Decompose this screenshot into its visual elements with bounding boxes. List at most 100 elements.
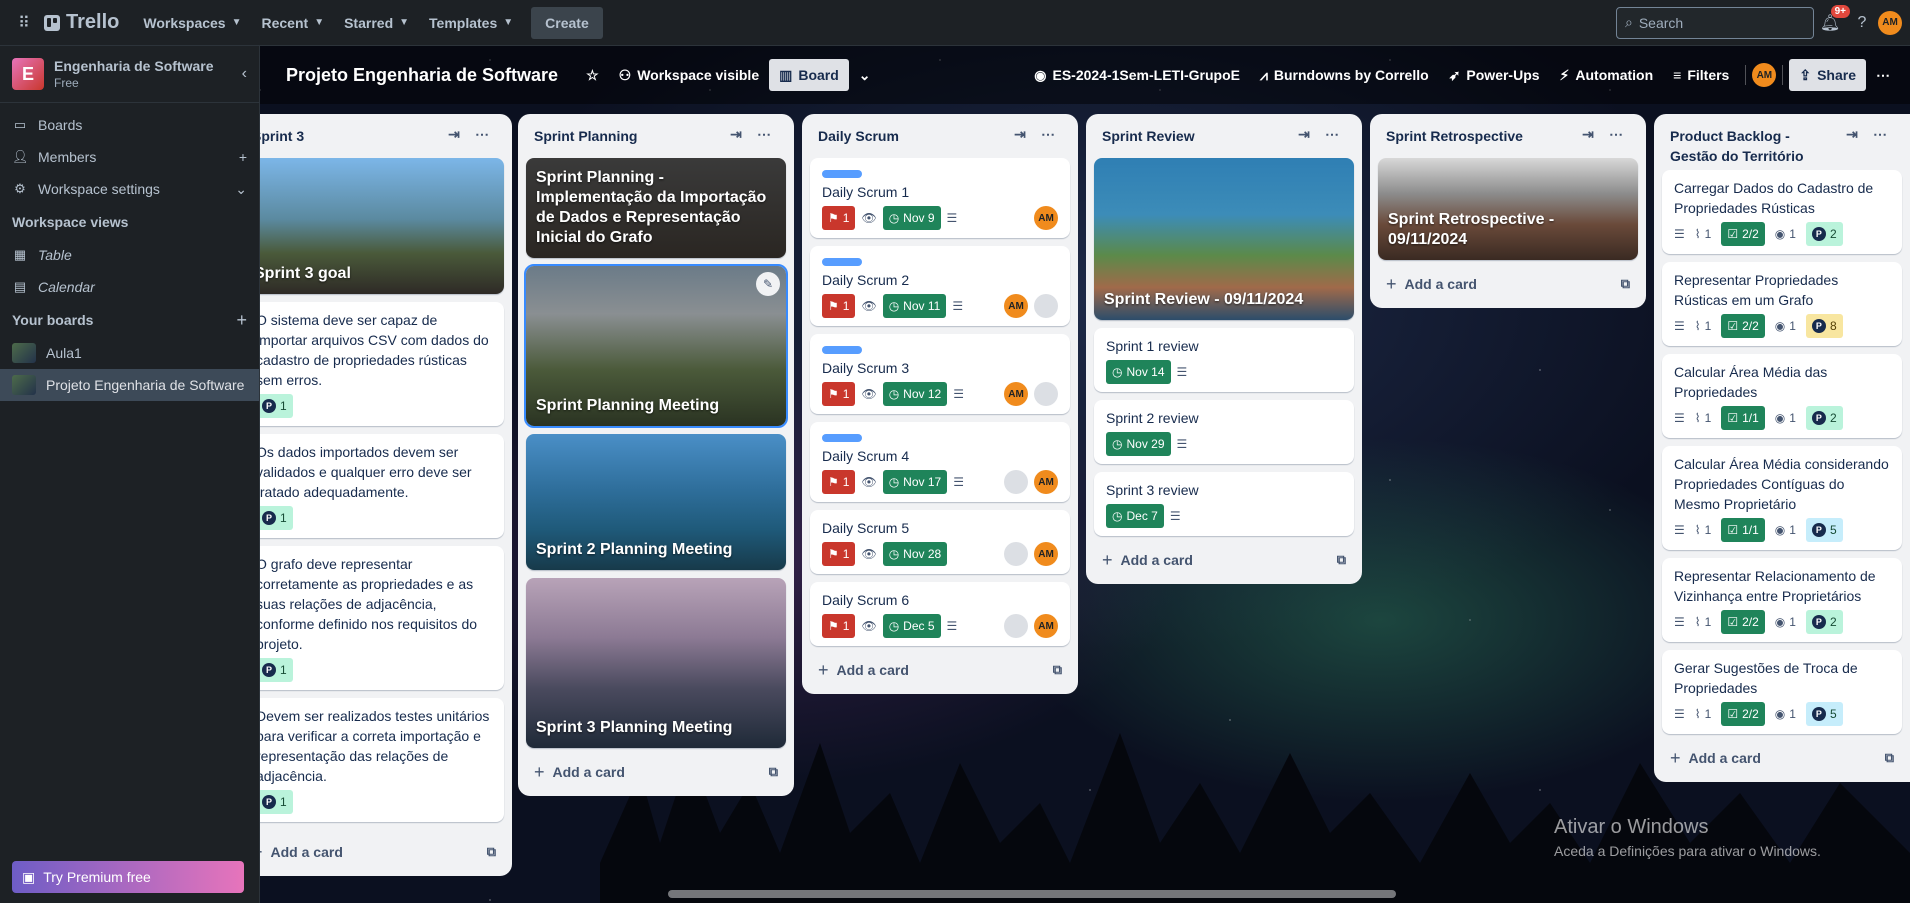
horizontal-scrollbar[interactable] xyxy=(668,890,1396,898)
powerups-button[interactable]: ➶ Power-Ups xyxy=(1439,59,1550,91)
card-review[interactable]: Sprint 2 review ◷ Nov 29 ☰ xyxy=(1094,400,1354,464)
due-date-badge[interactable]: ◷ Nov 29 xyxy=(1106,432,1171,456)
card-requirement[interactable]: O grafo deve representar corretamente as… xyxy=(244,546,504,690)
list-menu-icon[interactable]: ⋯ xyxy=(1034,126,1062,143)
backlog-card[interactable]: Representar Relacionamento de Vizinhança… xyxy=(1662,558,1902,642)
card-daily-scrum[interactable]: Daily Scrum 4 ⚑ 1 👁︎ ◷ Nov 17 ☰ AM xyxy=(810,422,1070,502)
add-card-button[interactable]: + Add a card ⧉ xyxy=(1094,544,1354,576)
due-date-badge[interactable]: ◷ Nov 9 xyxy=(882,206,941,230)
due-date-badge[interactable]: ◷ Nov 11 xyxy=(882,294,947,318)
card-review[interactable]: Sprint 1 review ◷ Nov 14 ☰ xyxy=(1094,328,1354,392)
edit-pencil-icon[interactable]: ✎ xyxy=(756,272,780,296)
add-board-icon[interactable]: + xyxy=(236,310,247,331)
nav-recent[interactable]: Recent ▼ xyxy=(252,7,335,39)
card-sprint-3-goal[interactable]: Sprint 3 goal xyxy=(244,158,504,294)
due-date-badge[interactable]: ◷ Nov 14 xyxy=(1106,360,1171,384)
card-daily-scrum[interactable]: Daily Scrum 6 ⚑ 1 👁︎ ◷ Dec 5 ☰ AM xyxy=(810,582,1070,646)
card-review[interactable]: Sprint 3 review ◷ Dec 7 ☰ xyxy=(1094,472,1354,536)
member-avatar[interactable]: AM xyxy=(1004,294,1028,318)
collapse-list-icon[interactable]: ⇥ xyxy=(1838,126,1866,143)
collapse-list-icon[interactable]: ⇥ xyxy=(1006,126,1034,143)
list-title[interactable]: Sprint 3 xyxy=(252,126,440,146)
add-card-button[interactable]: + Add a card ⧉ xyxy=(810,654,1070,686)
board-title[interactable]: Projeto Engenharia de Software xyxy=(286,65,558,86)
due-date-badge[interactable]: ◷ Dec 7 xyxy=(1106,504,1164,528)
github-powerup-button[interactable]: ◉ ES-2024-1Sem-LETI-GrupoE xyxy=(1024,59,1250,91)
star-icon[interactable]: ☆ xyxy=(576,59,609,91)
list-title[interactable]: Daily Scrum xyxy=(818,126,1006,146)
due-date-badge[interactable]: ◷ Dec 5 xyxy=(882,614,941,638)
backlog-card[interactable]: Calcular Área Média das Propriedades ☰ ⌇ 1 ☑… xyxy=(1662,354,1902,438)
visibility-button[interactable]: ⚇ Workspace visible xyxy=(609,59,769,91)
collapse-list-icon[interactable]: ⇥ xyxy=(722,126,750,143)
board-view-button[interactable]: ▥ Board xyxy=(769,59,849,91)
add-card-button[interactable]: + Add a card ⧉ xyxy=(1378,268,1638,300)
list-title[interactable]: Sprint Review xyxy=(1102,126,1290,146)
due-date-badge[interactable]: ◷ Nov 28 xyxy=(882,542,948,566)
backlog-card[interactable]: Gerar Sugestões de Troca de Propriedades… xyxy=(1662,650,1902,734)
card-daily-scrum[interactable]: Daily Scrum 1 ⚑ 1 👁︎ ◷ Nov 9 ☰ AM xyxy=(810,158,1070,238)
share-button[interactable]: ⇪ Share xyxy=(1789,59,1866,91)
list-menu-icon[interactable]: ⋯ xyxy=(1602,126,1630,143)
sidebar-item-table[interactable]: ▦ Table xyxy=(0,239,259,271)
list-title[interactable]: Sprint Planning xyxy=(534,126,722,146)
search-input[interactable]: ⌕ Search xyxy=(1616,6,1814,39)
template-icon[interactable]: ⧉ xyxy=(1053,662,1062,678)
sidebar-board-projeto[interactable]: Projeto Engenharia de Software xyxy=(0,369,259,401)
list-menu-icon[interactable]: ⋯ xyxy=(468,126,496,143)
sidebar-board-aula1[interactable]: Aula1 xyxy=(0,337,259,369)
template-icon[interactable]: ⧉ xyxy=(487,844,496,860)
views-dropdown-icon[interactable]: ⌄ xyxy=(849,59,881,91)
sidebar-item-boards[interactable]: ▭ Boards xyxy=(0,109,259,141)
sidebar-item-workspace-settings[interactable]: ⚙ Workspace settings ⌄ xyxy=(0,173,259,205)
card-sprint-retrospective[interactable]: Sprint Retrospective - 09/11/2024 xyxy=(1378,158,1638,260)
backlog-card[interactable]: Carregar Dados do Cadastro de Propriedad… xyxy=(1662,170,1902,254)
create-button[interactable]: Create xyxy=(531,6,603,39)
try-premium-button[interactable]: ▣ Try Premium free xyxy=(12,861,244,893)
list-title[interactable]: Sprint Retrospective xyxy=(1386,126,1574,146)
nav-workspaces[interactable]: Workspaces ▼ xyxy=(133,7,251,39)
card-daily-scrum[interactable]: Daily Scrum 3 ⚑ 1 👁︎ ◷ Nov 12 ☰ AM xyxy=(810,334,1070,414)
member-avatar[interactable]: AM xyxy=(1034,614,1058,638)
burndowns-button[interactable]: ⩘ Burndowns by Corrello xyxy=(1250,59,1439,91)
template-icon[interactable]: ⧉ xyxy=(1621,276,1630,292)
card-sprint-review[interactable]: Sprint Review - 09/11/2024 xyxy=(1094,158,1354,320)
list-menu-icon[interactable]: ⋯ xyxy=(1318,126,1346,143)
card-sprint-planning[interactable]: Sprint Planning - Implementação da Impor… xyxy=(526,158,786,258)
notifications-bell-icon[interactable]: 🔔︎ 9+ xyxy=(1814,4,1850,39)
nav-starred[interactable]: Starred ▼ xyxy=(334,7,419,39)
add-card-button[interactable]: + Add a card ⧉ xyxy=(1662,742,1902,774)
help-icon[interactable]: ? xyxy=(1846,7,1878,39)
card-daily-scrum[interactable]: Daily Scrum 5 ⚑ 1 👁︎ ◷ Nov 28 AM xyxy=(810,510,1070,574)
backlog-card[interactable]: Calcular Área Média considerando Proprie… xyxy=(1662,446,1902,550)
list-menu-icon[interactable]: ⋯ xyxy=(750,126,778,143)
card-daily-scrum[interactable]: Daily Scrum 2 ⚑ 1 👁︎ ◷ Nov 11 ☰ AM xyxy=(810,246,1070,326)
template-icon[interactable]: ⧉ xyxy=(1337,552,1346,568)
automation-button[interactable]: ⚡︎ Automation xyxy=(1550,59,1664,91)
nav-templates[interactable]: Templates ▼ xyxy=(419,7,523,39)
member-avatar[interactable]: AM xyxy=(1034,206,1058,230)
template-icon[interactable]: ⧉ xyxy=(1885,750,1894,766)
card-sprint-planning-meeting[interactable]: Sprint Planning Meeting ✎ xyxy=(524,264,788,428)
add-member-icon[interactable]: + xyxy=(239,149,247,165)
list-title[interactable]: Product Backlog - Gestão do Território xyxy=(1670,126,1838,166)
card-requirement[interactable]: Devem ser realizados testes unitários pa… xyxy=(244,698,504,822)
member-avatar[interactable]: AM xyxy=(1004,382,1028,406)
trello-logo[interactable]: Trello xyxy=(44,11,119,34)
collapse-sidebar-icon[interactable]: ‹ xyxy=(242,65,247,83)
more-menu-icon[interactable]: ⋯ xyxy=(1866,59,1900,91)
account-avatar[interactable]: AM xyxy=(1878,10,1902,35)
workspace-name[interactable]: Engenharia de Software xyxy=(54,58,213,74)
card-requirement[interactable]: O sistema deve ser capaz de importar arq… xyxy=(244,302,504,426)
sidebar-item-members[interactable]: 👤︎ Members + xyxy=(0,141,259,173)
add-card-button[interactable]: + Add a card ⧉ xyxy=(526,756,786,788)
backlog-card[interactable]: Representar Propriedades Rústicas em um … xyxy=(1662,262,1902,346)
apps-grid-icon[interactable]: ⠿ xyxy=(8,7,40,39)
list-menu-icon[interactable]: ⋯ xyxy=(1866,126,1894,143)
collapse-list-icon[interactable]: ⇥ xyxy=(1290,126,1318,143)
member-avatar[interactable]: AM xyxy=(1034,470,1058,494)
filters-button[interactable]: ≡ Filters xyxy=(1663,59,1739,91)
card-sprint-3-planning[interactable]: Sprint 3 Planning Meeting xyxy=(526,578,786,748)
template-icon[interactable]: ⧉ xyxy=(769,764,778,780)
member-avatar[interactable]: AM xyxy=(1034,542,1058,566)
